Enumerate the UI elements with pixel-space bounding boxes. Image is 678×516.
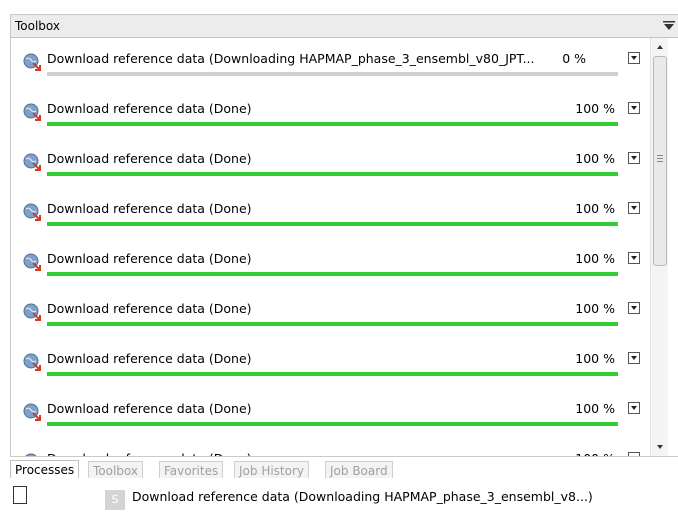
process-menu-dropdown-icon[interactable] [628,352,640,364]
progress-bar-fill [47,272,618,276]
process-row[interactable]: Download reference data (Done) 100 % [11,238,650,288]
process-menu-dropdown-icon[interactable] [628,52,640,64]
download-globe-icon [23,153,41,171]
process-percent: 100 % [575,351,615,366]
download-globe-icon [23,353,41,371]
scrollbar-thumb[interactable] [653,56,667,266]
progress-bar [47,72,618,76]
progress-bar-fill [47,222,618,226]
process-label: Download reference data (Done) [47,201,252,216]
process-row[interactable]: Download reference data (Done) 100 % [11,288,650,338]
process-menu-dropdown-icon[interactable] [628,302,640,314]
status-checkbox[interactable] [13,486,27,504]
process-percent: 100 % [575,101,615,116]
progress-bar [47,322,618,326]
process-list: Download reference data (Downloading HAP… [10,38,650,456]
panel-titlebar: Toolbox [10,14,678,38]
process-label: Download reference data (Done) [47,351,252,366]
download-globe-icon [23,103,41,121]
process-row[interactable]: Download reference data (Done) 100 % [11,138,650,188]
process-menu-dropdown-icon[interactable] [628,152,640,164]
vertical-scrollbar[interactable] [650,38,668,456]
process-label: Download reference data (Done) [47,301,252,316]
progress-bar [47,122,618,126]
progress-bar-fill [47,122,618,126]
process-percent: 100 % [575,401,615,416]
progress-bar [47,222,618,226]
process-row[interactable]: Download reference data (Downloading HAP… [11,38,650,88]
process-menu-dropdown-icon[interactable] [628,402,640,414]
progress-bar-fill [47,372,618,376]
status-line: S Download reference data (Downloading H… [10,478,678,516]
process-percent: 100 % [575,251,615,266]
tab-processes[interactable]: Processes [10,460,80,480]
progress-bar [47,172,618,176]
progress-bar-fill [47,322,618,326]
scroll-down-arrow-icon[interactable] [651,438,669,456]
process-menu-dropdown-icon[interactable] [628,252,640,264]
scroll-up-arrow-icon[interactable] [651,38,669,56]
process-label: Download reference data (Done) [47,101,252,116]
progress-bar [47,272,618,276]
process-label: Download reference data (Done) [47,401,252,416]
download-globe-icon [23,253,41,271]
process-menu-dropdown-icon[interactable] [628,102,640,114]
toolbox-panel: Toolbox Download reference data (Downloa… [0,0,678,516]
status-badge: S [105,490,125,510]
process-menu-dropdown-icon[interactable] [628,202,640,214]
download-globe-icon [23,203,41,221]
process-row[interactable]: Download reference data (Done)100 % [11,438,650,456]
download-globe-icon [23,303,41,321]
bottom-tab-strip: Processes Toolbox Favorites Job History Job … [10,456,678,481]
process-label: Download reference data (Downloading HAP… [47,51,535,66]
download-globe-icon [23,403,41,421]
scroll-grip-icon [657,155,663,162]
process-row[interactable]: Download reference data (Done) 100 % [11,338,650,388]
status-text: Download reference data (Downloading HAP… [132,489,593,504]
download-globe-icon [23,53,41,71]
process-row[interactable]: Download reference data (Done) 100 % [11,388,650,438]
filter-menu-icon[interactable] [662,19,676,33]
process-percent: 100 % [575,151,615,166]
process-row[interactable]: Download reference data (Done) 100 % [11,188,650,238]
process-label: Download reference data (Done) [47,251,252,266]
process-label: Download reference data (Done) [47,151,252,166]
process-percent: 100 % [575,301,615,316]
progress-bar-fill [47,172,618,176]
progress-bar-fill [47,422,618,426]
progress-bar [47,372,618,376]
process-percent: 0 % [562,51,586,66]
process-percent: 100 % [575,201,615,216]
panel-title: Toolbox [15,19,60,33]
progress-bar [47,422,618,426]
process-row[interactable]: Download reference data (Done) 100 % [11,88,650,138]
